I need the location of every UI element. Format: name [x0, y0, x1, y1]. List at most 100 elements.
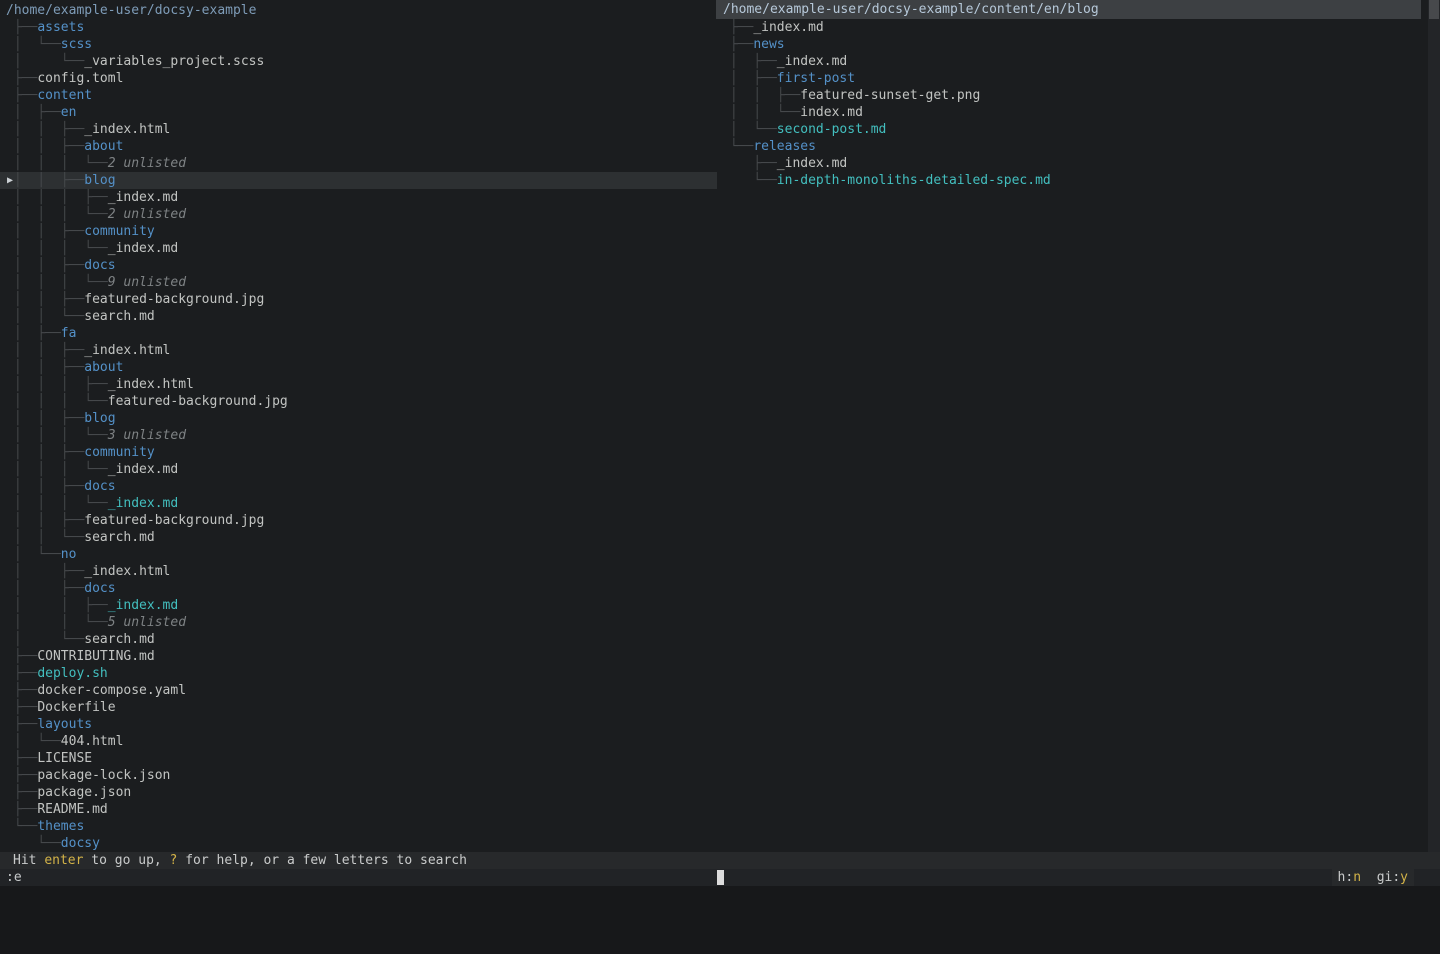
tree-row--index-html[interactable]: │ ├──_index.html — [0, 563, 717, 580]
tree-row-2-unlisted[interactable]: │ │ │ └──2 unlisted — [0, 206, 717, 223]
tree-row-package-json[interactable]: ├──package.json — [0, 784, 717, 801]
tree-row-license[interactable]: ├──LICENSE — [0, 750, 717, 767]
tree-branch-lines: │ ├── — [6, 105, 61, 120]
tree-branch-lines: │ │ └── — [6, 309, 84, 324]
tree-branch-lines: │ │ └── — [722, 105, 800, 120]
tree-branch-lines: ├── — [722, 20, 753, 35]
tree-row-docs[interactable]: │ │ ├──docs — [0, 257, 717, 274]
scrollbar-thumb[interactable] — [1429, 0, 1439, 19]
tree-branch-lines: │ ├── — [6, 581, 84, 596]
tree-row-assets[interactable]: ├──assets — [0, 19, 717, 36]
entry-name: package-lock.json — [37, 768, 170, 783]
status-text: for help, or a few letters to search — [177, 853, 467, 868]
entry-name: docs — [84, 479, 115, 494]
tree-row-in-depth-monoliths-detailed-spec-md[interactable]: └──in-depth-monoliths-detailed-spec.md — [716, 172, 1428, 189]
tree-row-about[interactable]: │ │ ├──about — [0, 359, 717, 376]
command-input-bar[interactable]: :e h:n gi:y — [0, 869, 1440, 886]
tree-row-docs[interactable]: │ │ ├──docs — [0, 478, 717, 495]
tree-row-en[interactable]: │ ├──en — [0, 104, 717, 121]
tree-branch-lines: ├── — [6, 751, 37, 766]
tree-row--variables-project-scss[interactable]: │ └──_variables_project.scss — [0, 53, 717, 70]
tree-row-search-md[interactable]: │ │ └──search.md — [0, 308, 717, 325]
scrollbar-track[interactable] — [1428, 0, 1440, 852]
tree-branch-lines: │ │ │ └── — [6, 428, 108, 443]
tree-branch-lines: │ │ │ └── — [6, 207, 108, 222]
tree-row-community[interactable]: │ │ ├──community — [0, 223, 717, 240]
status-text: to go up, — [83, 853, 169, 868]
status-key-enter: enter — [44, 853, 83, 868]
tree-row-readme-md[interactable]: ├──README.md — [0, 801, 717, 818]
left-panel-root-path[interactable]: /home/example-user/docsy-example — [0, 2, 717, 19]
tree-row--index-html[interactable]: │ │ │ ├──_index.html — [0, 376, 717, 393]
tree-row-contributing-md[interactable]: ├──CONTRIBUTING.md — [0, 648, 717, 665]
tree-row-2-unlisted[interactable]: │ │ │ └──2 unlisted — [0, 155, 717, 172]
entry-name: LICENSE — [37, 751, 92, 766]
entry-name: community — [84, 224, 154, 239]
tree-row-docs[interactable]: │ ├──docs — [0, 580, 717, 597]
tree-row-dockerfile[interactable]: ├──Dockerfile — [0, 699, 717, 716]
tree-row-search-md[interactable]: │ │ └──search.md — [0, 529, 717, 546]
tree-branch-lines: ├── — [6, 71, 37, 86]
tree-row-9-unlisted[interactable]: │ │ │ └──9 unlisted — [0, 274, 717, 291]
tree-branch-lines: ├── — [6, 666, 37, 681]
tree-row-docker-compose-yaml[interactable]: ├──docker-compose.yaml — [0, 682, 717, 699]
tree-row-second-post-md[interactable]: │ └──second-post.md — [716, 121, 1428, 138]
tree-row-package-lock-json[interactable]: ├──package-lock.json — [0, 767, 717, 784]
tree-row--index-md[interactable]: │ │ │ └──_index.md — [0, 240, 717, 257]
tree-row-news[interactable]: ├──news — [716, 36, 1428, 53]
tree-branch-lines: │ │ │ └── — [6, 241, 108, 256]
tree-row-featured-background-jpg[interactable]: │ │ │ └──featured-background.jpg — [0, 393, 717, 410]
tree-branch-lines: ├── — [6, 683, 37, 698]
command-input-value[interactable]: :e — [6, 869, 22, 886]
tree-row-blog[interactable]: │ │ ├──blog — [0, 410, 717, 427]
entry-name: _index.md — [777, 156, 847, 171]
tree-row-no[interactable]: │ └──no — [0, 546, 717, 563]
status-text: Hit — [13, 853, 44, 868]
left-tree-rows: ├──assets │ └──scss │ └──_variables_proj… — [0, 19, 717, 852]
tree-branch-lines: │ │ ├── — [6, 598, 108, 613]
right-panel-root-path[interactable]: /home/example-user/docsy-example/content… — [716, 0, 1421, 19]
tree-row--index-md[interactable]: │ ├──_index.md — [716, 53, 1428, 70]
tree-row-deploy-sh[interactable]: ├──deploy.sh — [0, 665, 717, 682]
tree-row-first-post[interactable]: │ ├──first-post — [716, 70, 1428, 87]
tree-row-docsy[interactable]: └──docsy — [0, 835, 717, 852]
tree-row-layouts[interactable]: ├──layouts — [0, 716, 717, 733]
tree-row-featured-sunset-get-png[interactable]: │ │ ├──featured-sunset-get.png — [716, 87, 1428, 104]
tree-row--index-md[interactable]: │ │ │ └──_index.md — [0, 495, 717, 512]
tree-row-community[interactable]: │ │ ├──community — [0, 444, 717, 461]
tree-row--index-md[interactable]: ├──_index.md — [716, 155, 1428, 172]
tree-row-featured-background-jpg[interactable]: │ │ ├──featured-background.jpg — [0, 512, 717, 529]
tree-branch-lines: │ │ ├── — [6, 411, 84, 426]
tree-row-search-md[interactable]: │ └──search.md — [0, 631, 717, 648]
tree-row-404-html[interactable]: │ └──404.html — [0, 733, 717, 750]
tree-row-fa[interactable]: │ ├──fa — [0, 325, 717, 342]
tree-row-3-unlisted[interactable]: │ │ │ └──3 unlisted — [0, 427, 717, 444]
tree-row--index-md[interactable]: │ │ │ ├──_index.md — [0, 189, 717, 206]
entry-name: config.toml — [37, 71, 123, 86]
tree-branch-lines: ├── — [6, 802, 37, 817]
tree-row-content[interactable]: ├──content — [0, 87, 717, 104]
entry-name: _index.md — [777, 54, 847, 69]
tree-row--index-html[interactable]: │ │ ├──_index.html — [0, 121, 717, 138]
tree-branch-lines: │ │ ├── — [6, 343, 84, 358]
tree-row-featured-background-jpg[interactable]: │ │ ├──featured-background.jpg — [0, 291, 717, 308]
tree-row-config-toml[interactable]: ├──config.toml — [0, 70, 717, 87]
tree-branch-lines: │ ├── — [6, 564, 84, 579]
tree-row--index-md[interactable]: │ │ │ └──_index.md — [0, 461, 717, 478]
tree-row-about[interactable]: │ │ ├──about — [0, 138, 717, 155]
entry-name: _index.html — [84, 122, 170, 137]
entry-name: blog — [84, 411, 115, 426]
flag-separator — [1361, 870, 1377, 885]
tree-row-scss[interactable]: │ └──scss — [0, 36, 717, 53]
tree-row-5-unlisted[interactable]: │ │ └──5 unlisted — [0, 614, 717, 631]
entry-name: _index.md — [108, 241, 178, 256]
entry-name: second-post.md — [777, 122, 887, 137]
tree-row--index-md[interactable]: │ │ ├──_index.md — [0, 597, 717, 614]
tree-row--index-html[interactable]: │ │ ├──_index.html — [0, 342, 717, 359]
tree-row-releases[interactable]: └──releases — [716, 138, 1428, 155]
tree-row-themes[interactable]: └──themes — [0, 818, 717, 835]
tree-row-index-md[interactable]: │ │ └──index.md — [716, 104, 1428, 121]
tree-row--index-md[interactable]: ├──_index.md — [716, 19, 1428, 36]
tree-row-blog[interactable]: ▶ │ │ ├──blog — [0, 172, 717, 189]
tree-branch-lines: │ │ │ └── — [6, 462, 108, 477]
